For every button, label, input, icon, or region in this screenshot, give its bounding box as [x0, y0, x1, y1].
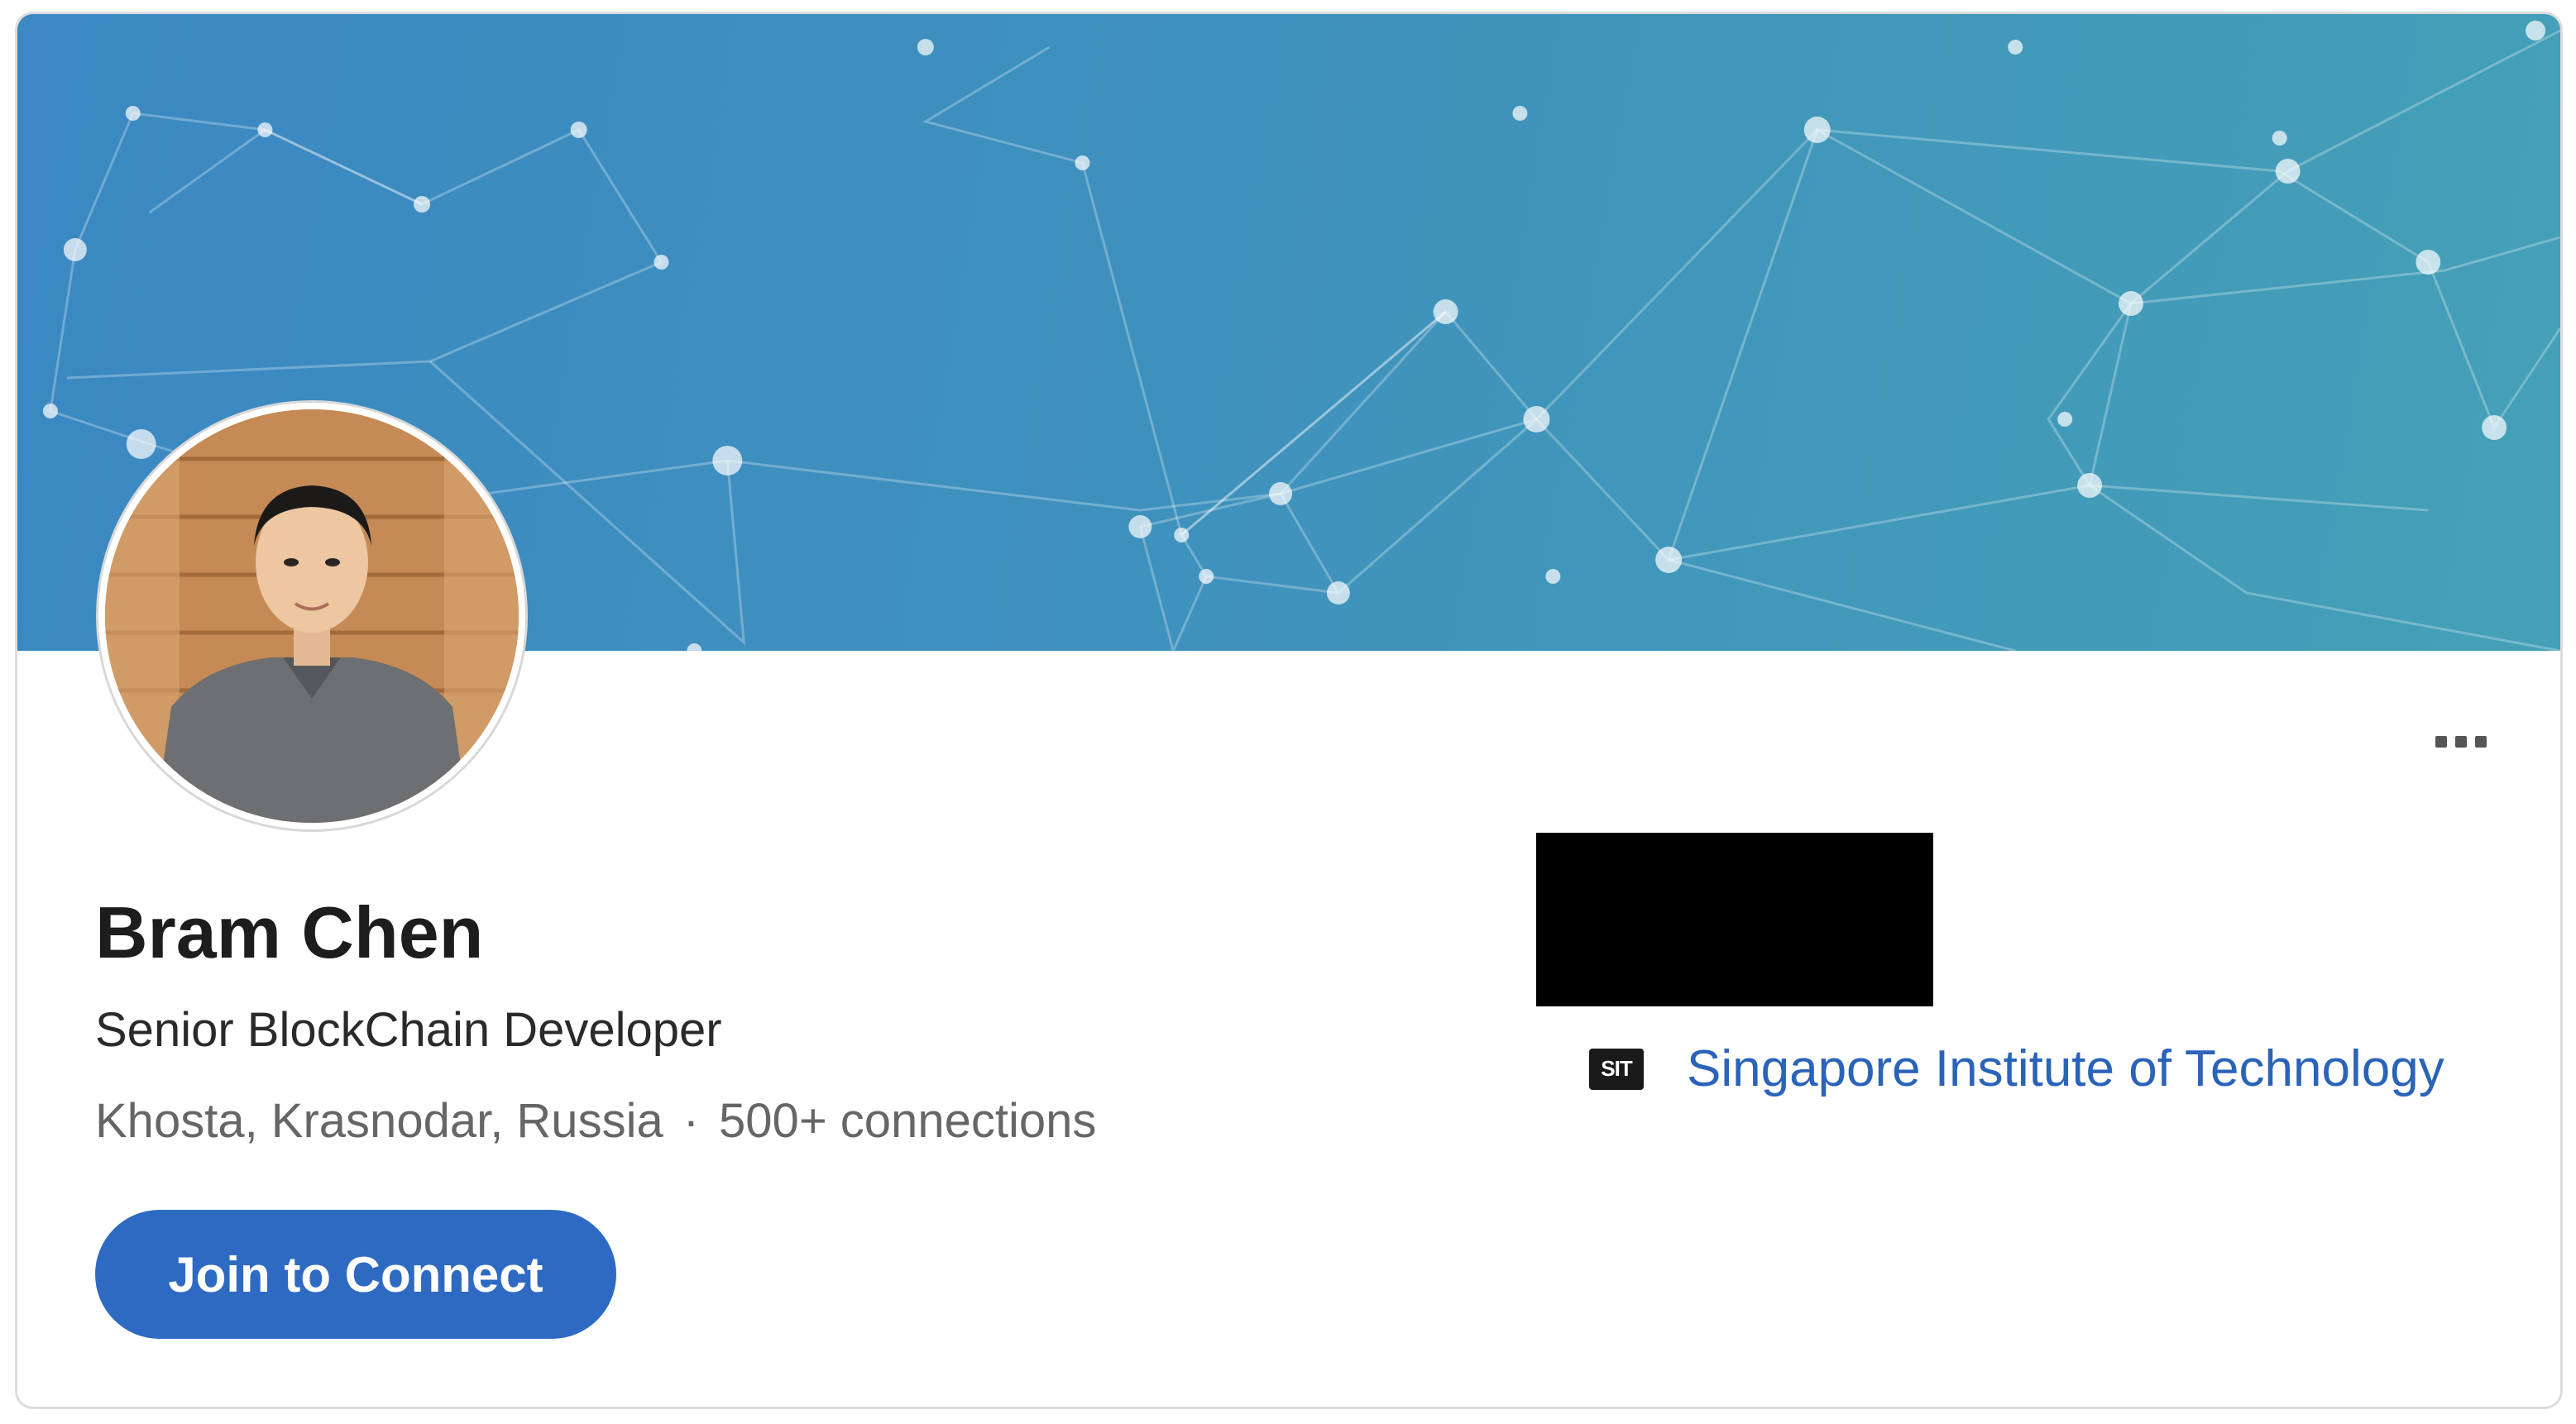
profile-location: Khosta, Krasnodar, Russia [95, 1094, 663, 1148]
profile-connections: 500+ connections [719, 1094, 1097, 1148]
education-entry[interactable]: SIT Singapore Institute of Technology [1589, 1039, 2444, 1098]
profile-avatar [98, 403, 525, 829]
more-options-button[interactable] [2420, 725, 2502, 758]
profile-name: Bram Chen [95, 891, 484, 973]
redacted-box [1536, 833, 1933, 1006]
avatar-photo [105, 409, 519, 823]
school-logo-icon: SIT [1589, 1048, 1644, 1090]
join-to-connect-button[interactable]: Join to Connect [95, 1210, 616, 1339]
profile-meta: Khosta, Krasnodar, Russia · 500+ connectio… [95, 1093, 1096, 1149]
school-link[interactable]: Singapore Institute of Technology [1687, 1039, 2444, 1098]
ellipsis-icon [2435, 736, 2447, 748]
profile-headline: Senior BlockChain Developer [95, 1003, 722, 1057]
meta-separator: · [682, 1094, 700, 1148]
profile-card: Bram Chen Senior BlockChain Developer Kh… [15, 12, 2563, 1409]
